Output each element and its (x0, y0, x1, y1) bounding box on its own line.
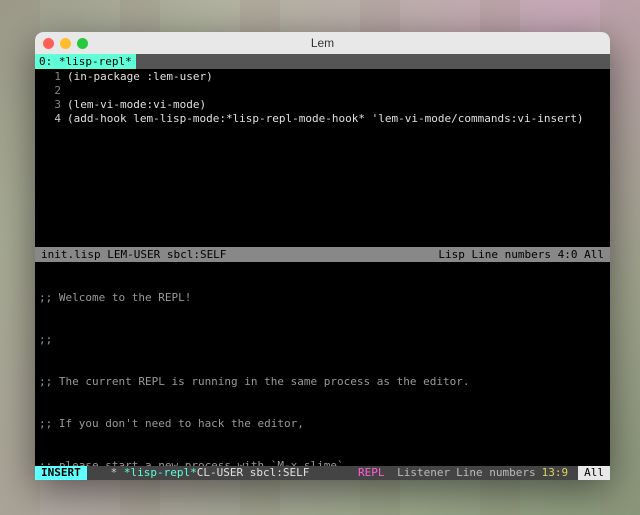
buffer-name: *lisp-repl* (124, 466, 197, 480)
modeline-right: Lisp Line numbers 4:0 All (438, 248, 604, 261)
scroll-indicator: All (578, 466, 610, 480)
modeline-editor: init.lisp LEM-USER sbcl:SELF Lisp Line n… (35, 247, 610, 262)
vi-mode-indicator: INSERT (35, 466, 87, 480)
line-content: (lem-vi-mode:vi-mode) (67, 98, 206, 112)
repl-comment: ;; Welcome to the REPL! (39, 291, 606, 305)
tab-lisp-repl[interactable]: 0: *lisp-repl* (35, 54, 136, 69)
repl-comment: ;; The current REPL is running in the sa… (39, 375, 606, 389)
titlebar[interactable]: Lem (35, 32, 610, 54)
line-number: 1 (39, 70, 67, 84)
editor-line: 1 (in-package :lem-user) (39, 70, 610, 84)
repl-pane[interactable]: ;; Welcome to the REPL! ;; ;; The curren… (35, 262, 610, 466)
repl-comment: ;; please start a new process with `M-x … (39, 459, 606, 466)
editor-pane[interactable]: 1 (in-package :lem-user) 2 3 (lem-vi-mod… (35, 69, 610, 247)
cursor-position: 13:9 (536, 466, 575, 480)
editor-line: 4 (add-hook lem-lisp-mode:*lisp-repl-mod… (39, 112, 610, 126)
line-content: (add-hook lem-lisp-mode:*lisp-repl-mode-… (67, 112, 584, 126)
modeline-left: init.lisp LEM-USER sbcl:SELF (41, 248, 226, 261)
mode-listener: Listener (391, 466, 456, 480)
line-number: 4 (39, 112, 67, 126)
modeline-repl: INSERT * *lisp-repl* CL-USER sbcl:SELF R… (35, 466, 610, 480)
line-number: 2 (39, 84, 67, 98)
modified-indicator: * (111, 466, 118, 480)
mode-repl: REPL (358, 466, 385, 480)
repl-comment: ;; (39, 333, 606, 347)
app-window: Lem 0: *lisp-repl* 1 (in-package :lem-us… (35, 32, 610, 480)
repl-comment: ;; If you don't need to hack the editor, (39, 417, 606, 431)
editor-line: 3 (lem-vi-mode:vi-mode) (39, 98, 610, 112)
buffer-info: CL-USER sbcl:SELF (197, 466, 310, 480)
line-content: (in-package :lem-user) (67, 70, 213, 84)
editor-line: 2 (39, 84, 610, 98)
tab-bar: 0: *lisp-repl* (35, 54, 610, 69)
window-title: Lem (35, 36, 610, 50)
line-number: 3 (39, 98, 67, 112)
mode-line-numbers: Line numbers (456, 466, 535, 480)
